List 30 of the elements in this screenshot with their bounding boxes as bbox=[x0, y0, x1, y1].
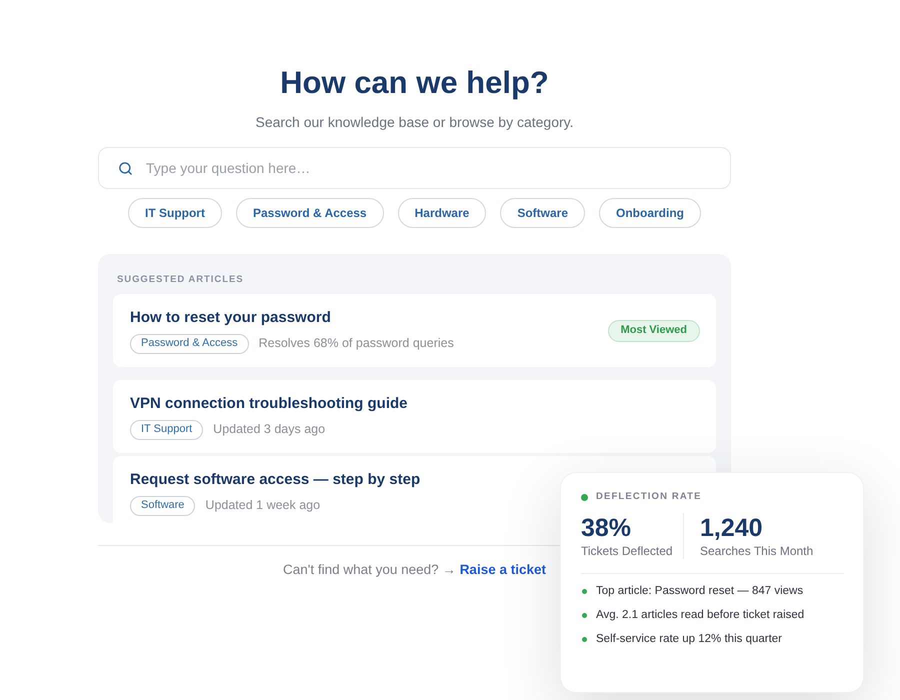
article-title[interactable]: VPN connection troubleshooting guide bbox=[130, 394, 408, 412]
search-field[interactable]: Type your question here… bbox=[98, 147, 731, 189]
page-title: How can we help? bbox=[280, 64, 549, 102]
highlight-text: Self-service rate up 12% this quarter bbox=[596, 632, 782, 647]
article-title[interactable]: How to reset your password bbox=[130, 308, 454, 326]
article-title[interactable]: Request software access — step by step bbox=[130, 470, 420, 488]
section-heading: SUGGESTED ARTICLES bbox=[117, 273, 245, 287]
search-icon bbox=[118, 160, 133, 176]
article-tag: IT Support bbox=[130, 420, 204, 440]
highlight-text: Avg. 2.1 articles read before ticket raised bbox=[596, 608, 804, 623]
stats-heading: DEFLECTION RATE bbox=[596, 491, 702, 503]
stat-label: Searches This Month bbox=[700, 543, 814, 559]
article-card[interactable]: VPN connection troubleshooting guide IT Support Updated 3 days ago bbox=[113, 380, 716, 453]
raise-ticket-link[interactable]: Raise a ticket bbox=[460, 562, 546, 577]
article-meta: Updated 3 days ago bbox=[213, 421, 326, 438]
highlight-text: Top article: Password reset — 847 views bbox=[596, 584, 804, 599]
article-meta: Resolves 68% of password queries bbox=[258, 335, 454, 352]
category-chip[interactable]: Password & Access bbox=[236, 198, 384, 228]
article-card[interactable]: How to reset your password Password & Access Resolves 68% of password queries Most Viewed bbox=[113, 294, 716, 367]
stat-label: Tickets Deflected bbox=[581, 543, 674, 559]
article-tag: Software bbox=[130, 496, 196, 516]
most-viewed-badge: Most Viewed bbox=[608, 320, 700, 342]
category-chip[interactable]: Hardware bbox=[398, 198, 486, 228]
category-chip[interactable]: Software bbox=[500, 198, 585, 228]
footer-prompt: Can't find what you need? → Raise a ticket bbox=[282, 561, 546, 579]
category-chip[interactable]: Onboarding bbox=[599, 198, 701, 228]
page-subtitle: Search our knowledge base or browse by category. bbox=[255, 113, 574, 131]
article-meta: Updated 1 week ago bbox=[205, 497, 320, 514]
article-tag: Password & Access bbox=[130, 334, 249, 354]
category-chip[interactable]: IT Support bbox=[128, 198, 222, 228]
